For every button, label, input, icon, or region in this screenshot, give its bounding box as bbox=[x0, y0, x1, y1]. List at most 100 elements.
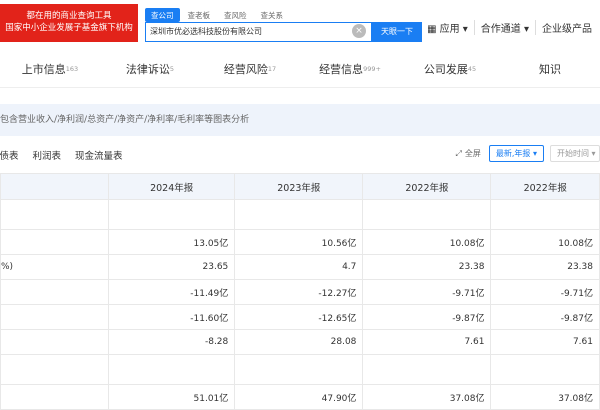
column-header: 2022年报 bbox=[490, 173, 600, 200]
grid-icon: ▦ bbox=[427, 24, 437, 35]
cell: -11.49亿 bbox=[108, 279, 236, 305]
row-label bbox=[0, 279, 110, 305]
tab-business-info[interactable]: 经营信息999+ bbox=[300, 54, 400, 87]
cell: -12.65亿 bbox=[234, 304, 364, 330]
cell: 10.08亿 bbox=[362, 229, 492, 255]
cell: 37.08亿 bbox=[490, 384, 600, 410]
cell bbox=[108, 199, 236, 230]
tab-label: 公司发展 bbox=[423, 63, 468, 76]
tab-count: 45 bbox=[467, 65, 477, 73]
cell: -9.87亿 bbox=[490, 304, 600, 330]
table-row: %) 23.65 4.7 23.38 23.38 bbox=[0, 254, 600, 280]
nav-apps-label: 应用 ▾ bbox=[439, 24, 468, 35]
cell: 37.08亿 bbox=[362, 384, 492, 410]
tab-count: 999+ bbox=[363, 65, 381, 73]
header-label-cell bbox=[0, 173, 110, 200]
cell: 7.61 bbox=[490, 329, 600, 355]
cell: 4.7 bbox=[234, 254, 364, 280]
cell: 23.38 bbox=[362, 254, 492, 280]
cell: 47.90亿 bbox=[234, 384, 364, 410]
cell: 23.65 bbox=[108, 254, 236, 280]
cell: -9.71亿 bbox=[490, 279, 600, 305]
fullscreen-label: 全屏 bbox=[464, 149, 481, 158]
tab-count: 17 bbox=[267, 65, 277, 73]
financial-table: 2024年报 2023年报 2022年报 2022年报 13.05亿 10.56… bbox=[0, 173, 600, 410]
nav-enterprise[interactable]: 企业级产品 bbox=[535, 20, 598, 35]
table-row: 13.05亿 10.56亿 10.08亿 10.08亿 bbox=[0, 229, 600, 255]
tab-boss[interactable]: 查老板 bbox=[182, 8, 217, 22]
table-row: 51.01亿 47.90亿 37.08亿 37.08亿 bbox=[0, 384, 600, 410]
analysis-note: 包含营业收入/净利润/总资产/净资产/净利率/毛利率等图表分析 bbox=[0, 104, 600, 136]
cell: -12.27亿 bbox=[234, 279, 364, 305]
tab-relation[interactable]: 查关系 bbox=[255, 8, 290, 22]
table-row: -11.49亿 -12.27亿 -9.71亿 -9.71亿 bbox=[0, 279, 600, 305]
row-label bbox=[0, 384, 110, 410]
table-tools: ⤢ 全屏 最新,年报 ▾ 开始时间 ▾ bbox=[455, 145, 600, 162]
logo-subtitle: 国家中小企业发展子基金旗下机构 bbox=[5, 23, 133, 33]
cell: 10.56亿 bbox=[234, 229, 364, 255]
tab-legal[interactable]: 法律诉讼5 bbox=[100, 54, 200, 87]
tab-label: 上市信息 bbox=[21, 63, 66, 76]
table-row bbox=[0, 354, 600, 385]
tab-listing-info[interactable]: 上市信息163 bbox=[0, 54, 100, 87]
cell bbox=[362, 199, 492, 230]
tab-count: 163 bbox=[65, 65, 79, 73]
column-header: 2022年报 bbox=[362, 173, 492, 200]
search-input[interactable]: 深圳市优必选科技股份有限公司 bbox=[145, 22, 372, 42]
tab-income-statement[interactable]: 利润表 bbox=[33, 148, 62, 162]
cell: -9.71亿 bbox=[362, 279, 492, 305]
cell bbox=[490, 354, 600, 385]
row-label bbox=[0, 199, 110, 230]
table-header-row: 2024年报 2023年报 2022年报 2022年报 bbox=[0, 173, 600, 200]
cell: 23.38 bbox=[490, 254, 600, 280]
tab-balance-sheet[interactable]: 负债表 bbox=[0, 148, 19, 162]
cell: -9.87亿 bbox=[362, 304, 492, 330]
row-label: %) bbox=[0, 254, 110, 280]
top-bar: 都在用的商业查询工具 国家中小企业发展子基金旗下机构 查公司 查老板 查风险 查… bbox=[0, 0, 600, 46]
tab-label: 经营风险 bbox=[223, 63, 268, 76]
nav-apps[interactable]: ▦ 应用 ▾ bbox=[421, 20, 474, 35]
search-type-tabs: 查公司 查老板 查风险 查关系 bbox=[145, 8, 289, 22]
table-row: -8.28 28.08 7.61 7.61 bbox=[0, 329, 600, 355]
statement-tabs: 负债表 利润表 现金流量表 bbox=[0, 148, 123, 162]
cell: 51.01亿 bbox=[108, 384, 236, 410]
cell: -8.28 bbox=[108, 329, 236, 355]
column-header: 2024年报 bbox=[108, 173, 236, 200]
tab-cash-flow[interactable]: 现金流量表 bbox=[75, 148, 123, 162]
brand-logo[interactable]: 都在用的商业查询工具 国家中小企业发展子基金旗下机构 bbox=[0, 4, 138, 42]
fullscreen-button[interactable]: ⤢ 全屏 bbox=[455, 148, 480, 159]
nav-partner[interactable]: 合作通道 ▾ bbox=[473, 20, 535, 35]
cell bbox=[234, 354, 364, 385]
cell bbox=[234, 199, 364, 230]
table-row bbox=[0, 199, 600, 230]
tab-business-risk[interactable]: 经营风险17 bbox=[200, 54, 300, 87]
cell bbox=[362, 354, 492, 385]
row-label bbox=[0, 304, 110, 330]
logo-slogan: 都在用的商业查询工具 bbox=[26, 11, 112, 21]
cell: 13.05亿 bbox=[108, 229, 236, 255]
row-label bbox=[0, 354, 110, 385]
expand-icon: ⤢ bbox=[455, 149, 462, 158]
cell: -11.60亿 bbox=[108, 304, 236, 330]
start-time-dropdown[interactable]: 开始时间 ▾ bbox=[550, 145, 600, 162]
tab-risk[interactable]: 查风险 bbox=[218, 8, 253, 22]
cell bbox=[490, 199, 600, 230]
tab-development[interactable]: 公司发展45 bbox=[400, 54, 500, 87]
tab-label: 经营信息 bbox=[319, 63, 364, 76]
clear-icon[interactable]: × bbox=[352, 24, 366, 38]
cell: 28.08 bbox=[234, 329, 364, 355]
table-row: -11.60亿 -12.65亿 -9.87亿 -9.87亿 bbox=[0, 304, 600, 330]
section-tabs: 上市信息163 法律诉讼5 经营风险17 经营信息999+ 公司发展45 知识 bbox=[0, 54, 600, 88]
row-label bbox=[0, 329, 110, 355]
tab-company[interactable]: 查公司 bbox=[145, 8, 180, 22]
tab-ip[interactable]: 知识 bbox=[500, 54, 600, 87]
tab-count: 5 bbox=[169, 65, 175, 73]
cell: 10.08亿 bbox=[490, 229, 600, 255]
cell: 7.61 bbox=[362, 329, 492, 355]
period-dropdown[interactable]: 最新,年报 ▾ bbox=[488, 145, 544, 162]
row-label bbox=[0, 229, 110, 255]
tab-label: 法律诉讼 bbox=[125, 63, 170, 76]
right-nav: ▦ 应用 ▾ 合作通道 ▾ 企业级产品 bbox=[421, 20, 598, 35]
cell bbox=[108, 354, 236, 385]
search-button[interactable]: 天眼一下 bbox=[372, 22, 422, 42]
